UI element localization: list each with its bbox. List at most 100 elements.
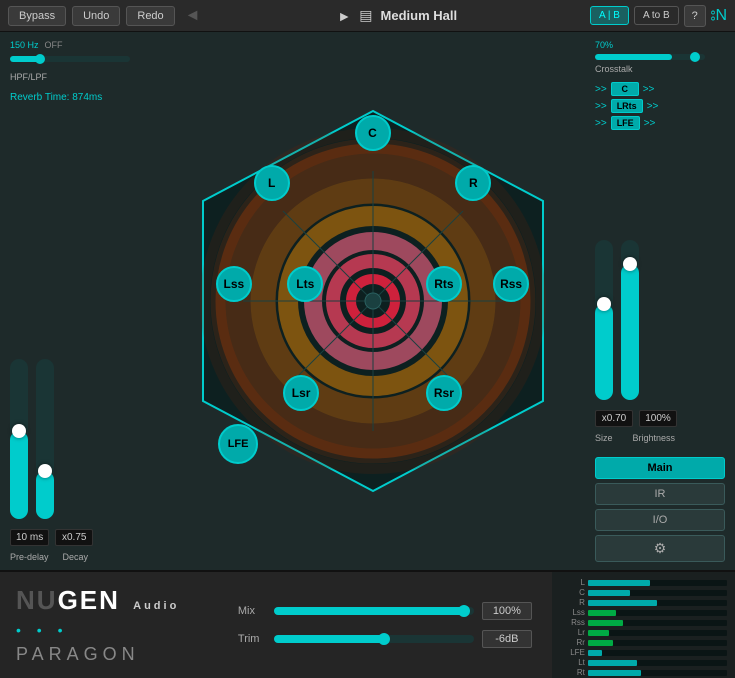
meter-label-Lr: Lr bbox=[560, 628, 585, 637]
meter-track-Rr bbox=[588, 640, 727, 646]
brightness-fill bbox=[621, 264, 639, 400]
ir-mode-button[interactable]: IR bbox=[595, 483, 725, 505]
left-sliders-row bbox=[10, 113, 150, 519]
crosstalk-slider[interactable] bbox=[595, 54, 705, 60]
trim-value[interactable]: -6dB bbox=[482, 630, 532, 648]
size-slider-wrap bbox=[595, 240, 613, 400]
channel-Rts[interactable]: Rts bbox=[426, 266, 462, 302]
predelay-thumb[interactable] bbox=[12, 424, 26, 438]
hpf-lpf-label: HPF/LPF bbox=[10, 72, 150, 82]
trim-slider-fill bbox=[274, 635, 384, 643]
menu-button[interactable]: ⦂N bbox=[711, 7, 727, 25]
meter-track-L bbox=[588, 580, 727, 586]
meter-row-Rss: Rss bbox=[560, 618, 727, 627]
brightness-value-box[interactable]: 100% bbox=[639, 410, 677, 427]
main-mode-button[interactable]: Main bbox=[595, 457, 725, 479]
meter-label-Lt: Lt bbox=[560, 658, 585, 667]
crosstalk-section: 70% Crosstalk >> C >> >> LRts >> bbox=[595, 40, 725, 130]
channel-R[interactable]: R bbox=[455, 165, 491, 201]
brand-audio: Audio bbox=[133, 600, 179, 612]
channel-Lts[interactable]: Lts bbox=[287, 266, 323, 302]
crosstalk-channels: >> C >> >> LRts >> >> LFE >> bbox=[595, 82, 725, 130]
trim-slider-track[interactable] bbox=[274, 635, 474, 643]
predelay-fill bbox=[10, 431, 28, 519]
bypass-button[interactable]: Bypass bbox=[8, 6, 66, 26]
meter-track-Rt bbox=[588, 670, 727, 676]
channel-Lss[interactable]: Lss bbox=[216, 266, 252, 302]
brightness-thumb[interactable] bbox=[623, 257, 637, 271]
meter-row-LFE: LFE bbox=[560, 648, 727, 657]
predelay-slider[interactable] bbox=[10, 359, 28, 519]
meter-track-LFE bbox=[588, 650, 727, 656]
meter-row-Lr: Lr bbox=[560, 628, 727, 637]
meter-row-Lt: Lt bbox=[560, 658, 727, 667]
hexagon-container: C L R Lts Rts Lss Rss Lsr Rsr LFE bbox=[163, 91, 583, 511]
crosstalk-thumb[interactable] bbox=[690, 52, 700, 62]
meter-fill-L bbox=[588, 580, 651, 586]
gear-button[interactable]: ⚙ bbox=[595, 535, 725, 562]
ct-C-button[interactable]: C bbox=[611, 82, 639, 96]
meter-row-Rr: Rr bbox=[560, 638, 727, 647]
meter-label-Rr: Rr bbox=[560, 638, 585, 647]
meter-track-Rss bbox=[588, 620, 727, 626]
channel-C[interactable]: C bbox=[355, 115, 391, 151]
brand-paragon: PARAGON bbox=[16, 644, 202, 665]
brightness-slider-wrap bbox=[621, 240, 639, 400]
mix-slider-track[interactable] bbox=[274, 607, 474, 615]
channel-Rss[interactable]: Rss bbox=[493, 266, 529, 302]
trim-row: Trim -6dB bbox=[238, 630, 532, 648]
brightness-slider[interactable] bbox=[621, 240, 639, 400]
redo-button[interactable]: Redo bbox=[126, 6, 174, 26]
crosstalk-value: 70% bbox=[595, 40, 613, 50]
channel-LFE[interactable]: LFE bbox=[218, 424, 258, 464]
ct-LFE-button[interactable]: LFE bbox=[611, 116, 640, 130]
preset-area: ► ▤ Medium Hall bbox=[211, 7, 584, 24]
ab-button[interactable]: A | B bbox=[590, 6, 629, 25]
crosstalk-label: Crosstalk bbox=[595, 64, 725, 74]
meter-fill-Rt bbox=[588, 670, 641, 676]
channel-Lsr[interactable]: Lsr bbox=[283, 375, 319, 411]
brand-gen: GEN bbox=[58, 585, 120, 615]
channel-L[interactable]: L bbox=[254, 165, 290, 201]
hpf-lpf-slider-track[interactable] bbox=[10, 56, 130, 62]
size-thumb[interactable] bbox=[597, 297, 611, 311]
ct-arrow-in-LRts: >> bbox=[595, 101, 607, 112]
brand-nu: NU bbox=[16, 585, 58, 615]
mix-trim-section: Mix 100% Trim -6dB bbox=[218, 572, 552, 678]
channel-Rsr[interactable]: Rsr bbox=[426, 375, 462, 411]
hpf-value: 150 Hz bbox=[10, 40, 39, 50]
size-slider[interactable] bbox=[595, 240, 613, 400]
mix-value[interactable]: 100% bbox=[482, 602, 532, 620]
prev-preset-arrow[interactable]: ◄ bbox=[181, 7, 205, 25]
preset-name: Medium Hall bbox=[381, 8, 458, 23]
meter-track-Lss bbox=[588, 610, 727, 616]
mix-slider-thumb[interactable] bbox=[458, 605, 470, 617]
ct-row-LRts: >> LRts >> bbox=[595, 99, 725, 113]
meter-label-Rt: Rt bbox=[560, 668, 585, 677]
meter-track-C bbox=[588, 590, 727, 596]
hpf-slider-thumb[interactable] bbox=[35, 54, 45, 64]
ct-row-C: >> C >> bbox=[595, 82, 725, 96]
list-button[interactable]: ▤ bbox=[359, 7, 372, 24]
decay-value-box[interactable]: x0.75 bbox=[55, 529, 93, 546]
ct-LRts-button[interactable]: LRts bbox=[611, 99, 643, 113]
meter-track-R bbox=[588, 600, 727, 606]
ct-arrow-in-C: >> bbox=[595, 84, 607, 95]
main-area: 150 Hz OFF HPF/LPF Reverb Time: 874ms bbox=[0, 32, 735, 570]
decay-thumb[interactable] bbox=[38, 464, 52, 478]
trim-slider-thumb[interactable] bbox=[378, 633, 390, 645]
meter-label-Lss: Lss bbox=[560, 608, 585, 617]
atob-button[interactable]: A to B bbox=[634, 6, 679, 25]
play-button[interactable]: ► bbox=[337, 8, 351, 24]
size-value-box[interactable]: x0.70 bbox=[595, 410, 633, 427]
io-mode-button[interactable]: I/O bbox=[595, 509, 725, 531]
decay-slider[interactable] bbox=[36, 359, 54, 519]
undo-button[interactable]: Undo bbox=[72, 6, 120, 26]
predelay-value-box[interactable]: 10 ms bbox=[10, 529, 49, 546]
meter-track-Lt bbox=[588, 660, 727, 666]
meter-label-L: L bbox=[560, 578, 585, 587]
brightness-label: Brightness bbox=[633, 433, 676, 443]
brand-dots: • • • bbox=[16, 622, 202, 638]
help-button[interactable]: ? bbox=[684, 5, 706, 27]
center-panel: C L R Lts Rts Lss Rss Lsr Rsr LFE bbox=[160, 32, 585, 570]
